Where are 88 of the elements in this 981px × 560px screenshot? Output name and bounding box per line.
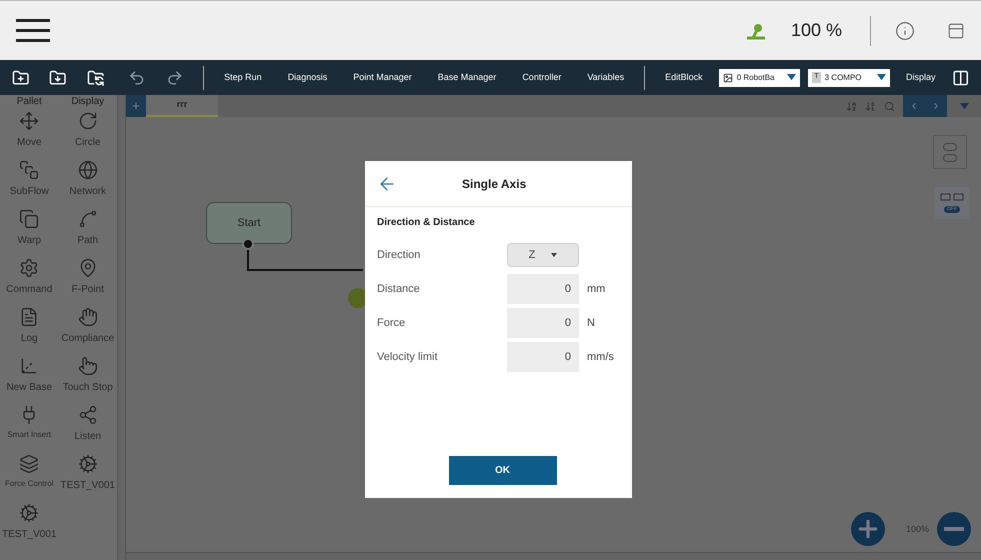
number-input-field[interactable]: 0 (507, 308, 579, 338)
share-icon (78, 405, 98, 425)
pin-icon (78, 258, 98, 278)
palette-item[interactable]: Command (0, 258, 58, 303)
undo-icon[interactable] (128, 68, 146, 86)
dialog-title: Single Axis (462, 176, 526, 192)
toolbar-button[interactable]: Base Manager (438, 70, 496, 84)
field-label: Force (377, 316, 406, 331)
base-dropdown[interactable]: 0 RobotBa (718, 68, 800, 86)
load-file-icon[interactable] (86, 68, 104, 86)
display-button[interactable]: Display (906, 70, 936, 84)
palette-item[interactable]: Listen (58, 405, 117, 450)
toolbar-button[interactable]: Step Run (224, 70, 262, 84)
curve-icon (78, 209, 98, 229)
redo-icon[interactable] (166, 68, 184, 86)
globe-icon (78, 160, 98, 180)
flow-tab[interactable]: rrr (146, 95, 218, 117)
caret-icon (551, 252, 558, 258)
image-icon (722, 72, 733, 82)
panel-icon[interactable] (947, 22, 965, 40)
unit-label: mm (587, 282, 606, 297)
info-icon[interactable] (895, 20, 915, 40)
layers-icon (19, 454, 40, 474)
save-file-icon[interactable] (49, 68, 67, 86)
palette-item[interactable]: Force Control (0, 454, 58, 499)
field-label: Velocity limit (377, 350, 439, 365)
unit-label: N (587, 316, 595, 331)
zoom-in-button[interactable] (851, 512, 885, 546)
caret-icon (877, 74, 886, 81)
start-node[interactable]: Start (206, 202, 292, 244)
field-label: Distance (377, 282, 421, 297)
hand-icon (78, 307, 98, 327)
axes-icon (19, 356, 40, 376)
copy-icon (19, 209, 40, 229)
stacked-squares-icon (19, 160, 40, 180)
unit-label: mm/s (587, 350, 614, 365)
minus-icon (944, 527, 964, 531)
pointer-icon (78, 356, 98, 376)
split-panel-icon[interactable] (952, 68, 969, 86)
palette-item[interactable]: Move (0, 111, 58, 156)
toolbar-button[interactable]: Variables (587, 70, 624, 84)
ok-button[interactable]: OK (448, 456, 556, 485)
palette-item[interactable]: New Base (0, 356, 58, 401)
scrollbar[interactable] (117, 95, 125, 560)
speed-percent: 100 % (790, 19, 842, 42)
zoom-percent: 100% (906, 522, 929, 536)
palette-item[interactable]: F-Point (58, 258, 117, 303)
search-icon[interactable] (884, 100, 895, 112)
gear-icon (19, 258, 40, 278)
zoom-out-button[interactable] (937, 512, 971, 546)
palette-item[interactable]: Circle (58, 111, 117, 156)
direction-dropdown[interactable]: Z (507, 243, 579, 267)
document-icon (19, 307, 40, 327)
caret-icon (787, 74, 796, 81)
plus-icon (131, 101, 141, 111)
palette-item[interactable]: Smart Insert (0, 405, 58, 450)
section-title: Direction & Distance (377, 216, 476, 230)
menu-icon[interactable] (16, 19, 50, 42)
field-label: Direction (377, 248, 422, 263)
palette-item[interactable]: Compliance (58, 307, 117, 352)
palette-item[interactable]: Warp (0, 209, 58, 254)
caret-icon (960, 102, 968, 110)
number-input-field[interactable]: 0 (507, 342, 579, 372)
screens-icon (940, 193, 964, 203)
cross-arrows-icon (19, 111, 40, 131)
gear-icon (19, 503, 40, 523)
robot-arm-icon (744, 22, 767, 40)
edit-block-button[interactable]: EditBlock (665, 70, 703, 84)
number-input-field[interactable]: 0 (507, 274, 579, 304)
palette-item[interactable]: TEST_V001 (58, 454, 117, 499)
toolbar-button[interactable]: Point Manager (353, 70, 412, 84)
palette-item[interactable]: SubFlow (0, 160, 58, 205)
add-tab-button[interactable] (126, 95, 146, 117)
palette-item[interactable]: TEST_V001 (0, 503, 58, 548)
palette-item[interactable]: Log (0, 307, 58, 352)
toolbar-button[interactable]: Controller (522, 70, 562, 84)
circle-arrow-icon (78, 111, 98, 131)
palette-item[interactable]: Network (58, 160, 117, 205)
palette-header[interactable]: Display (58, 96, 117, 108)
sort-number-icon[interactable] (865, 100, 876, 112)
palette-item[interactable]: Path (58, 209, 117, 254)
new-file-icon[interactable] (12, 68, 30, 86)
palette-item[interactable]: Touch Stop (58, 356, 117, 401)
palette-header[interactable]: Pallet (0, 96, 58, 108)
toolbar-button[interactable]: Diagnosis (288, 70, 328, 84)
sort-alpha-icon[interactable] (846, 100, 857, 112)
gear-icon (78, 454, 98, 474)
layout-icon[interactable] (933, 135, 967, 169)
